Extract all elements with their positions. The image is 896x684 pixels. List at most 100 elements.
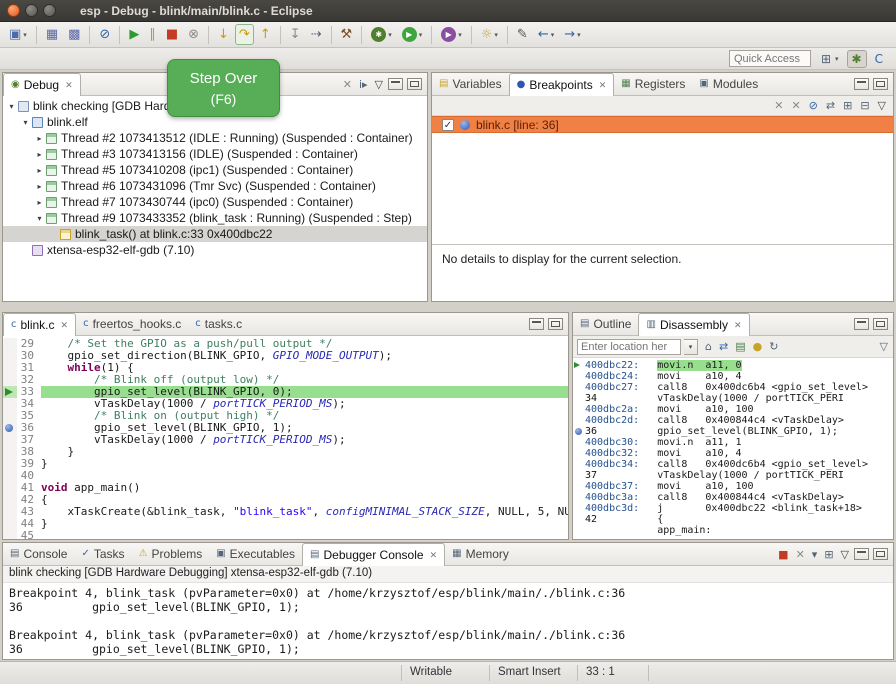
debug-tree-item[interactable]: ▾Thread #9 1073433352 (blink_task : Runn…	[3, 210, 427, 226]
refresh-icon[interactable]: ↻	[768, 341, 779, 352]
tab-outline[interactable]: ▤Outline	[573, 313, 638, 335]
gutter-marker-column[interactable]	[3, 518, 17, 530]
build-icon[interactable]: ⚒	[337, 24, 357, 45]
gutter-marker-column[interactable]	[3, 398, 17, 410]
maximize-view-icon[interactable]	[873, 548, 888, 560]
breakpoint-checkbox[interactable]: ✓	[442, 119, 454, 131]
tab-breakpoints[interactable]: ●Breakpoints✕	[509, 73, 615, 96]
close-window-icon[interactable]	[7, 4, 20, 17]
collapse-all-icon[interactable]: ⊟	[859, 100, 870, 111]
debug-tree-item[interactable]: ▸Thread #5 1073410208 (ipc1) (Suspended …	[3, 162, 427, 178]
external-tools-icon[interactable]: ▶▾	[437, 24, 466, 45]
last-edit-location-icon[interactable]: ✎	[513, 24, 532, 45]
expander-closed-icon[interactable]: ▸	[34, 150, 45, 159]
instruction-stepping-mode-icon[interactable]: i▸	[358, 79, 369, 90]
tab-console[interactable]: ▤Console	[3, 543, 74, 565]
display-selected-console-icon[interactable]: ▾	[811, 549, 819, 560]
view-menu-icon[interactable]: ▽	[374, 79, 384, 90]
tab-memory[interactable]: ▦Memory	[445, 543, 516, 565]
tab-executables[interactable]: ▣Executables	[209, 543, 302, 565]
remove-breakpoint-icon[interactable]: ✕	[773, 100, 784, 111]
forward-icon[interactable]: →▾	[560, 24, 584, 45]
save-icon[interactable]: ▦	[42, 24, 62, 45]
close-tab-icon[interactable]: ✕	[599, 80, 607, 91]
tab-tasks[interactable]: ✓Tasks	[74, 543, 131, 565]
location-dropdown-icon[interactable]: ▾	[684, 339, 698, 355]
debug-tree-item[interactable]: ▸Thread #6 1073431096 (Tmr Svc) (Suspend…	[3, 178, 427, 194]
tab-freertos-hooks-c[interactable]: cfreertos_hooks.c	[76, 313, 188, 335]
expander-open-icon[interactable]: ▾	[6, 102, 17, 111]
show-source-icon[interactable]: ▤	[734, 341, 746, 352]
remove-launch-icon[interactable]: ✕	[795, 549, 806, 560]
minimize-view-icon[interactable]	[854, 548, 869, 560]
disconnect-icon[interactable]: ⊗	[184, 24, 203, 45]
gutter-marker-column[interactable]	[3, 374, 17, 386]
disassembly-listing[interactable]: 400dbc22: movi.n a11, 0400dbc24: movi a1…	[573, 358, 893, 539]
debug-tree-item[interactable]: ▸Thread #2 1073413512 (IDLE : Running) (…	[3, 130, 427, 146]
c-cpp-perspective-icon[interactable]: C	[870, 50, 888, 68]
gutter-marker-column[interactable]	[3, 482, 17, 494]
expander-closed-icon[interactable]: ▸	[34, 198, 45, 207]
gutter-marker-column[interactable]	[3, 434, 17, 446]
back-icon[interactable]: ←▾	[534, 24, 558, 45]
maximize-view-icon[interactable]	[548, 318, 563, 330]
resume-icon[interactable]: ▶	[125, 24, 143, 45]
console-output[interactable]: Breakpoint 4, blink_task (pvParameter=0x…	[3, 583, 893, 659]
expand-all-icon[interactable]: ⊞	[842, 100, 853, 111]
gutter-marker-column[interactable]	[3, 386, 17, 398]
gutter-marker-column[interactable]	[3, 494, 17, 506]
expander-closed-icon[interactable]: ▸	[34, 134, 45, 143]
minimize-view-icon[interactable]	[388, 78, 403, 90]
track-expression-icon[interactable]: ●	[752, 341, 764, 352]
gutter-marker-column[interactable]	[3, 410, 17, 422]
remove-all-breakpoints-icon[interactable]: ✕	[790, 100, 801, 111]
tab-debug[interactable]: ◉Debug✕	[3, 73, 81, 96]
expander-open-icon[interactable]: ▾	[34, 214, 45, 223]
expander-closed-icon[interactable]: ▸	[34, 166, 45, 175]
maximize-view-icon[interactable]	[407, 78, 422, 90]
tab-registers[interactable]: ▦Registers	[614, 73, 692, 95]
minimize-window-icon[interactable]	[25, 4, 38, 17]
step-over-icon[interactable]: ↷	[235, 24, 254, 45]
debug-tree-item[interactable]: ▸Thread #7 1073430744 (ipc0) (Suspended …	[3, 194, 427, 210]
breakpoint-row[interactable]: ✓ blink.c [line: 36]	[432, 116, 893, 133]
gutter-marker-column[interactable]	[3, 350, 17, 362]
expander-open-icon[interactable]: ▾	[20, 118, 31, 127]
instruction-stepping-icon[interactable]: ⇢	[307, 24, 326, 45]
tab-tasks-c[interactable]: ctasks.c	[188, 313, 249, 335]
close-tab-icon[interactable]: ✕	[430, 550, 438, 561]
close-tab-icon[interactable]: ✕	[61, 320, 69, 331]
remove-all-terminated-icon[interactable]: ✕	[342, 79, 353, 90]
close-tab-icon[interactable]: ✕	[65, 80, 73, 91]
view-menu-icon[interactable]: ▽	[840, 549, 850, 560]
show-supported-breakpoints-icon[interactable]: ⊘	[808, 100, 819, 111]
terminate-icon[interactable]: ■	[162, 24, 182, 45]
minimize-view-icon[interactable]	[854, 318, 869, 330]
quick-access-input[interactable]	[729, 50, 811, 67]
view-menu-icon[interactable]: ▽	[877, 100, 887, 111]
new-wizard-icon[interactable]: ▣▾	[5, 24, 31, 45]
gutter-marker-column[interactable]	[3, 362, 17, 374]
maximize-view-icon[interactable]	[873, 78, 888, 90]
debug-perspective-icon[interactable]: ✱	[847, 50, 867, 68]
run-icon[interactable]: ▶▾	[398, 24, 427, 45]
gutter-marker-column[interactable]	[3, 470, 17, 482]
breakpoint-marker-icon[interactable]	[5, 424, 13, 432]
debug-tree-item[interactable]: xtensa-esp32-elf-gdb (7.10)	[3, 242, 427, 258]
sync-selection-icon[interactable]: ⇄	[718, 341, 729, 352]
location-input[interactable]	[577, 339, 681, 355]
gutter-marker-column[interactable]	[3, 446, 17, 458]
link-with-debug-icon[interactable]: ⇄	[825, 100, 836, 111]
minimize-view-icon[interactable]	[854, 78, 869, 90]
skip-all-breakpoints-icon[interactable]: ⊘	[95, 24, 114, 45]
maximize-view-icon[interactable]	[873, 318, 888, 330]
code-editor[interactable]: 29 /* Set the GPIO as a push/pull output…	[3, 336, 568, 539]
tab-disassembly[interactable]: ▥Disassembly✕	[638, 313, 749, 336]
debug-tree-item[interactable]: ▸Thread #3 1073413156 (IDLE) (Suspended …	[3, 146, 427, 162]
gutter-marker-column[interactable]	[3, 338, 17, 350]
drop-to-frame-icon[interactable]: ↧	[286, 24, 305, 45]
terminate-icon[interactable]: ■	[777, 549, 789, 560]
debug-icon[interactable]: ✱▾	[367, 24, 396, 45]
open-perspective-icon[interactable]: ⊞▾	[816, 50, 844, 68]
step-into-icon[interactable]: ↓	[214, 24, 233, 45]
